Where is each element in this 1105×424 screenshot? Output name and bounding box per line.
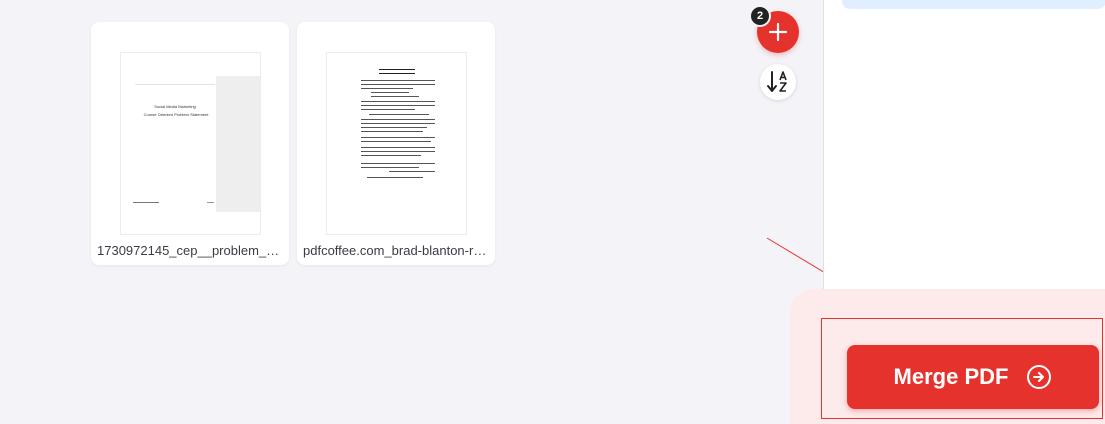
- thumbnail-shaded-panel: [216, 76, 260, 212]
- thumbnail-title: Social Media Marketing: [154, 104, 196, 109]
- merge-pdf-label: Merge PDF: [893, 364, 1009, 389]
- file-name: 1730972145_cep__problem_stat...: [97, 243, 283, 258]
- sort-button[interactable]: [760, 64, 796, 100]
- sort-a-z-icon: [767, 71, 787, 92]
- info-banner: [842, 0, 1105, 9]
- thumbnail-subtitle: Course Oriented Problem Statement: [143, 112, 209, 117]
- plus-icon: [768, 22, 788, 42]
- file-workspace: Social Media Marketing Course Oriented P…: [0, 0, 823, 424]
- file-thumbnail: [327, 53, 466, 234]
- file-card[interactable]: Social Media Marketing Course Oriented P…: [91, 22, 289, 265]
- file-thumbnail: Social Media Marketing Course Oriented P…: [121, 53, 260, 234]
- file-count-badge: 2: [749, 5, 771, 27]
- file-name: pdfcoffee.com_brad-blanton-ra...: [303, 243, 489, 258]
- merge-pdf-button[interactable]: Merge PDF: [847, 345, 1099, 409]
- arrow-circle-right-icon: [1027, 365, 1052, 389]
- file-card[interactable]: pdfcoffee.com_brad-blanton-ra...: [297, 22, 495, 265]
